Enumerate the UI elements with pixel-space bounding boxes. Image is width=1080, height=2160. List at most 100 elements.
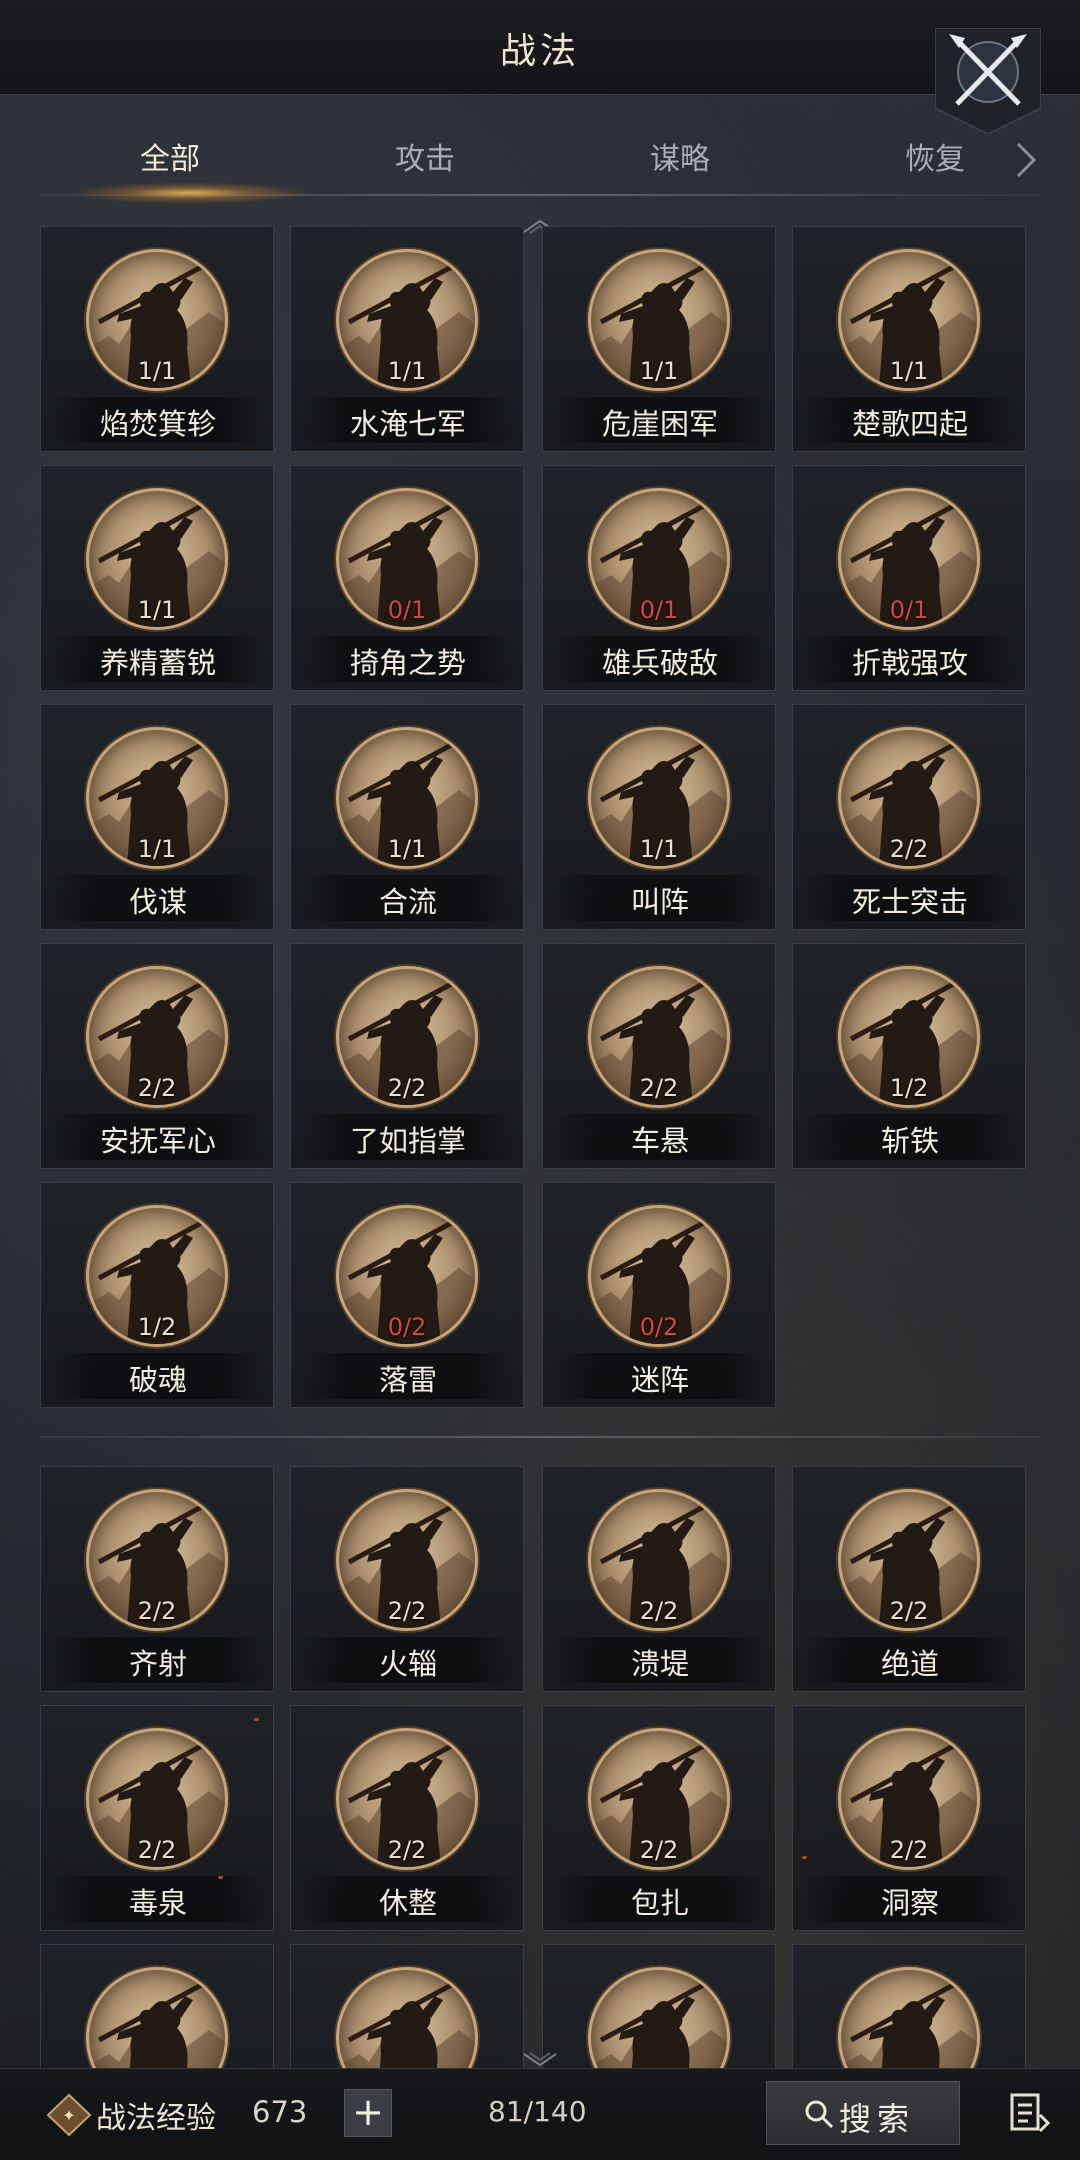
tactic-name: 雄兵破敌 (601, 646, 718, 680)
tab-all[interactable]: 全部 (70, 130, 270, 190)
tactic-card[interactable]: 1/1 伐谋 (40, 704, 274, 930)
tactic-card[interactable]: 2/2 车悬 (542, 943, 776, 1169)
page-title: 战法 (499, 31, 580, 72)
tab-strategy[interactable]: 谋略 (580, 130, 780, 190)
tactic-count: 2/2 (137, 1074, 177, 1102)
tactic-card[interactable]: 2/2 洞察 (792, 1705, 1026, 1931)
tactic-name: 洞察 (880, 1886, 939, 1920)
tactic-count: 2/2 (639, 1074, 679, 1102)
tactic-count: 2/2 (387, 1074, 427, 1102)
tactic-card[interactable]: 2/2 包扎 (542, 1705, 776, 1931)
tactic-card[interactable]: 2/2 火辎 (290, 1466, 524, 1692)
tab-attack[interactable]: 攻击 (325, 130, 525, 190)
tactic-name: 齐射 (128, 1647, 187, 1681)
tactic-card[interactable]: 2/2 安抚军心 (40, 943, 274, 1169)
tactic-count: 2/2 (639, 1597, 679, 1625)
tactic-card[interactable]: 0/1 雄兵破敌 (542, 465, 776, 691)
tactic-card[interactable]: 1/1 危崖困军 (542, 226, 776, 452)
tactic-card[interactable]: 1/1 水淹七军 (290, 226, 524, 452)
tactic-card[interactable]: 1/1 合流 (290, 704, 524, 930)
tactic-count: 2/2 (639, 1836, 679, 1864)
tactic-count: 1/2 (137, 1313, 177, 1341)
tactic-card[interactable]: 1/1 养精蓄锐 (40, 465, 274, 691)
tactic-exp-value: 673 (252, 2095, 308, 2129)
tactic-name: 迷阵 (630, 1363, 689, 1397)
ember-particle (218, 1876, 223, 1879)
tactic-name: 水淹七军 (349, 407, 466, 441)
tactic-capacity: 81/140 (488, 2095, 587, 2128)
tactic-count: 1/1 (387, 835, 427, 863)
ember-particle (254, 1718, 259, 1721)
tactic-name: 休整 (378, 1886, 437, 1920)
search-icon (805, 2100, 834, 2129)
add-exp-button[interactable]: + (344, 2089, 392, 2137)
tactic-card[interactable]: 2/2 了如指掌 (290, 943, 524, 1169)
tactic-name: 车悬 (630, 1124, 689, 1158)
tactic-count: 2/2 (889, 1836, 929, 1864)
tactic-card[interactable]: 1/1 焰焚箕轸 (40, 226, 274, 452)
tactic-name: 安抚军心 (99, 1124, 216, 1158)
list-icon[interactable] (1008, 2091, 1052, 2135)
category-tabs: 全部 攻击 谋略 恢复 (40, 130, 1040, 204)
chevron-right-icon[interactable] (1014, 142, 1038, 178)
tactic-count: 1/1 (137, 357, 177, 385)
tactic-name: 死士突击 (851, 885, 968, 919)
tactic-count: 0/1 (387, 596, 427, 624)
tactic-count: 0/2 (387, 1313, 427, 1341)
tactic-count: 2/2 (889, 1597, 929, 1625)
tactic-name: 危崖困军 (601, 407, 718, 441)
tactic-card[interactable]: 2/2 齐射 (40, 1466, 274, 1692)
tactic-count: 0/2 (639, 1313, 679, 1341)
tactic-count: 2/2 (387, 1836, 427, 1864)
tactic-card[interactable]: 1/1 叫阵 (542, 704, 776, 930)
section-divider (40, 1436, 1040, 1438)
tactic-card[interactable]: 0/2 落雷 (290, 1182, 524, 1408)
tactic-count: 1/1 (137, 835, 177, 863)
tactic-count: 2/2 (137, 1597, 177, 1625)
tactic-name: 焰焚箕轸 (99, 407, 216, 441)
tactic-count: 2/2 (889, 835, 929, 863)
tactic-count: 0/1 (889, 596, 929, 624)
tactic-count: 1/1 (387, 357, 427, 385)
tactic-count: 1/1 (639, 357, 679, 385)
tactic-name: 了如指掌 (349, 1124, 466, 1158)
tactic-card[interactable]: 0/1 掎角之势 (290, 465, 524, 691)
tactic-name: 养精蓄锐 (99, 646, 216, 680)
tactic-name: 火辎 (378, 1647, 437, 1681)
tactic-name: 包扎 (630, 1886, 689, 1920)
tactic-count: 0/1 (639, 596, 679, 624)
tactic-name: 叫阵 (630, 885, 689, 919)
tactic-name: 伐谋 (128, 885, 187, 919)
tactic-name: 破魂 (128, 1363, 187, 1397)
tab-recovery[interactable]: 恢复 (835, 130, 1035, 190)
tactic-count: 1/1 (639, 835, 679, 863)
tactic-card[interactable]: 0/2 迷阵 (542, 1182, 776, 1408)
tab-underline (40, 194, 1040, 196)
search-button[interactable]: 搜索 (766, 2081, 960, 2145)
crossed-swords-emblem-icon[interactable] (935, 28, 1041, 134)
tactic-name: 斩铁 (880, 1124, 939, 1158)
tactic-card[interactable]: 2/2 死士突击 (792, 704, 1026, 930)
ember-particle (802, 1856, 807, 1859)
tactic-count: 2/2 (137, 1836, 177, 1864)
tactic-name: 绝道 (880, 1647, 939, 1681)
tactic-name: 溃堤 (630, 1647, 689, 1681)
search-label: 搜索 (839, 2100, 916, 2138)
tactic-card[interactable]: 2/2 绝道 (792, 1466, 1026, 1692)
tactic-card[interactable]: 2/2 毒泉 (40, 1705, 274, 1931)
tactic-card[interactable]: 1/2 破魂 (40, 1182, 274, 1408)
chevron-down-icon (523, 2052, 557, 2067)
tactic-count: 1/2 (889, 1074, 929, 1102)
tactic-count: 1/1 (137, 596, 177, 624)
tactic-exp-label: 战法经验 (96, 2101, 216, 2136)
tactic-card[interactable]: 0/1 折戟强攻 (792, 465, 1026, 691)
tactic-card[interactable]: 1/2 斩铁 (792, 943, 1026, 1169)
tactic-count: 2/2 (387, 1597, 427, 1625)
tactic-card[interactable]: 2/2 休整 (290, 1705, 524, 1931)
tactic-name: 楚歌四起 (851, 407, 968, 441)
tactic-card[interactable]: 1/1 楚歌四起 (792, 226, 1026, 452)
tactic-exp-icon: ✦ (46, 2093, 92, 2137)
tactic-card[interactable]: 2/2 溃堤 (542, 1466, 776, 1692)
svg-text:✦: ✦ (62, 2106, 75, 2125)
tactic-name: 毒泉 (128, 1886, 187, 1920)
